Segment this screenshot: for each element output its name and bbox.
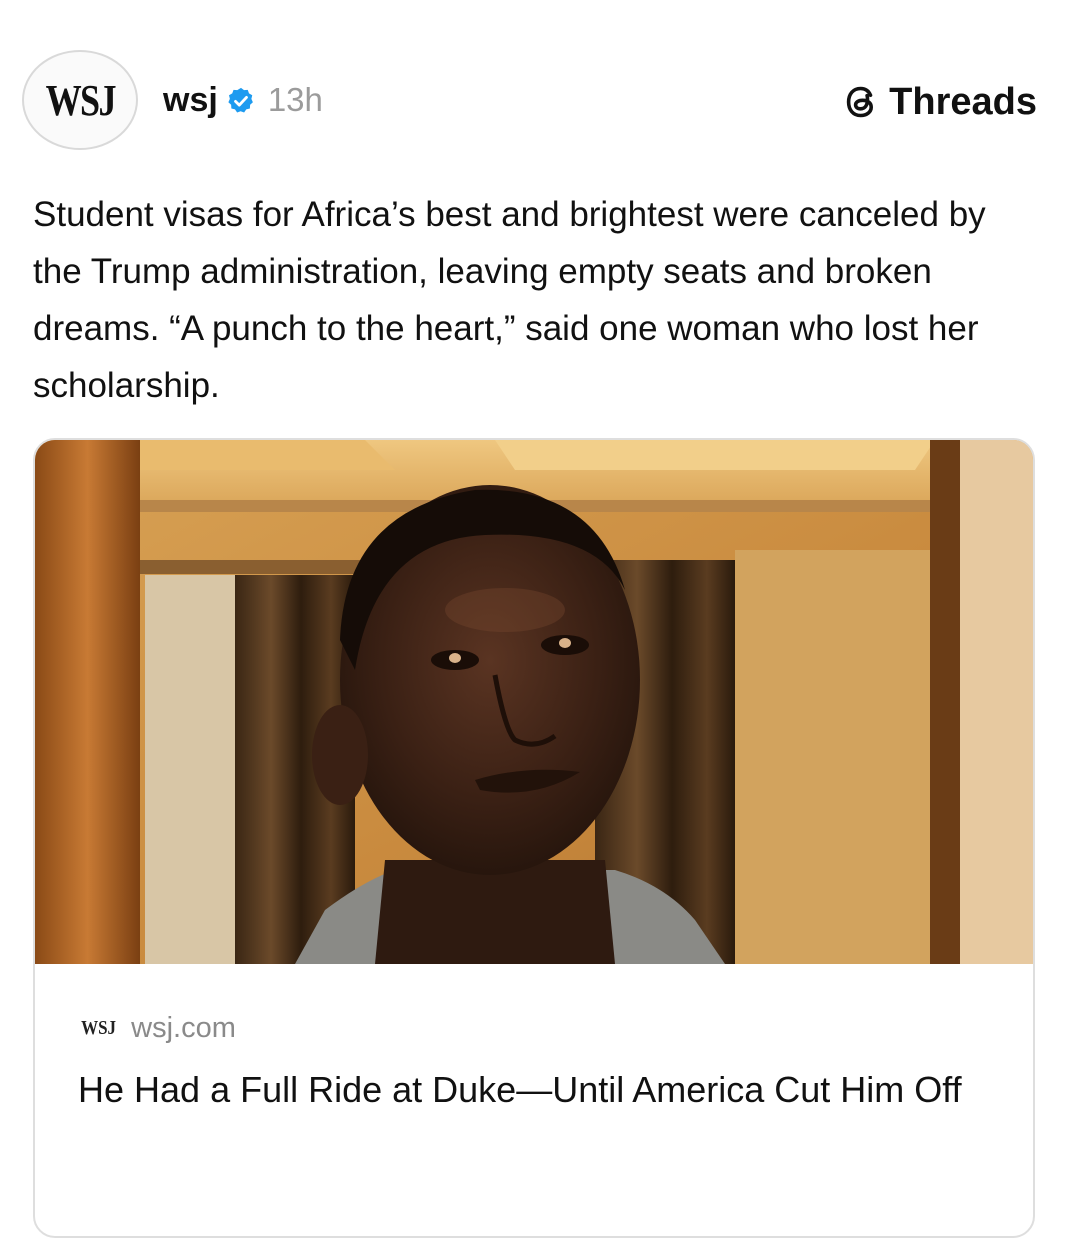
threads-logo-icon (846, 86, 874, 118)
author-name[interactable]: wsj (163, 81, 218, 120)
avatar-logo: WSJ (45, 75, 116, 125)
post-timestamp: 13h (267, 81, 323, 118)
threads-label: Threads (889, 80, 1037, 123)
card-source: WSJ wsj.com (78, 1012, 236, 1045)
source-domain: wsj.com (131, 1012, 236, 1044)
article-photo (35, 440, 1033, 964)
avatar[interactable]: WSJ (22, 50, 138, 150)
post-caption: Student visas for Africa’s best and brig… (33, 195, 986, 405)
author-row: wsj 13h (163, 78, 323, 122)
threads-post: WSJ wsj 13h Threads Student visas for Af… (0, 0, 1069, 1238)
source-logo: WSJ (81, 1017, 117, 1039)
article-title[interactable]: He Had a Full Ride at Duke—Until America… (78, 1062, 978, 1118)
threads-badge[interactable]: Threads (841, 78, 1037, 126)
verified-badge-icon (228, 87, 253, 113)
link-preview-card[interactable]: WSJ wsj.com He Had a Full Ride at Duke—U… (33, 438, 1035, 1238)
